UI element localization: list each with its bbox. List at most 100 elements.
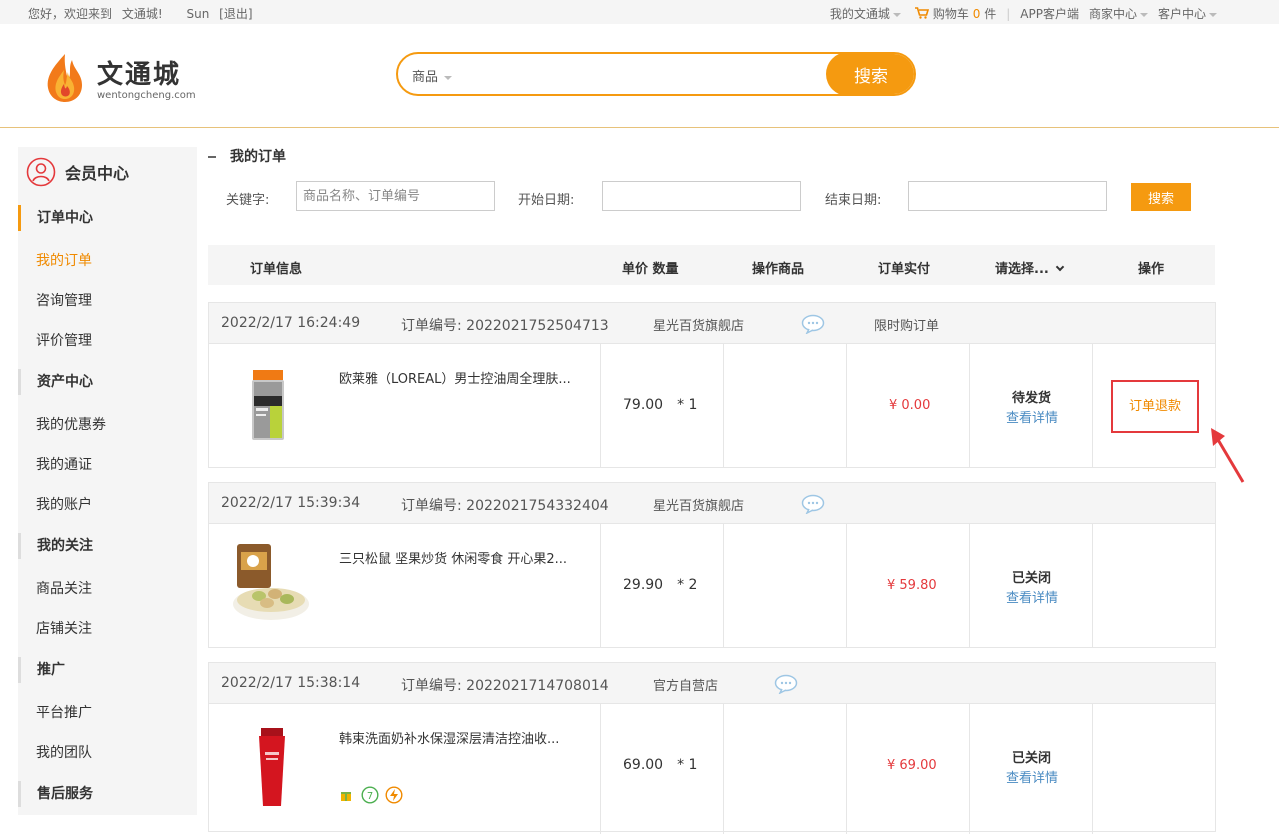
shop-name[interactable]: 星光百货旗舰店 [653,495,744,514]
product-name[interactable]: 欧莱雅（LOREAL）男士控油周全理肤... [339,368,571,387]
search-category-select[interactable]: 商品 [412,66,453,85]
sidebar-item-reviews[interactable]: 评价管理 [18,328,197,354]
sidebar-group-promotion[interactable]: 推广 [18,657,197,683]
column-divider [1092,524,1093,648]
end-date-input[interactable] [908,181,1107,211]
shop-name[interactable]: 官方自营店 [653,675,718,694]
filter-search-button[interactable]: 搜索 [1131,183,1191,211]
cart-unit: 件 [984,7,997,21]
divider: | [1006,6,1011,21]
col-paid: 订单实付 [878,262,931,277]
caret-down-icon [892,12,901,17]
gift-badge-icon [338,787,354,803]
sidebar-item-my-team[interactable]: 我的团队 [18,740,197,766]
sidebar-group-follow[interactable]: 我的关注 [18,533,197,559]
chat-bubble-icon[interactable] [801,494,825,514]
product-thumbnail[interactable] [223,542,313,632]
order-card: 2022/2/17 16:24:49 订单编号: 202202175250471… [208,302,1216,468]
merchant-menu[interactable]: 商家中心 [1089,5,1148,22]
user-circle-icon [26,157,56,187]
sidebar-group-order-center[interactable]: 订单中心 [18,205,197,231]
column-divider [600,344,601,468]
product-thumbnail[interactable] [223,362,313,452]
sidebar-group-after-sales[interactable]: 售后服务 [18,781,197,807]
column-divider [600,524,601,648]
caret-down-icon [444,75,453,80]
site-header: 文通城 wentongcheng.com 商品 搜索 [0,24,1279,128]
logout-link[interactable]: [退出] [219,7,252,21]
quantity: * 1 [677,397,698,413]
caret-down-icon [1139,12,1148,17]
product-name[interactable]: 三只松鼠 坚果炒货 休闲零食 开心果2... [339,548,567,567]
order-time: 2022/2/17 16:24:49 [221,315,361,331]
sidebar-group-assets[interactable]: 资产中心 [18,369,197,395]
paid-amount: ¥ 69.00 [887,758,937,773]
my-site-menu[interactable]: 我的文通城 [830,5,901,22]
search-button[interactable]: 搜索 [826,54,914,94]
sidebar-item-coupons[interactable]: 我的优惠券 [18,412,197,438]
status-filter-select[interactable]: 请选择... [995,258,1065,277]
merchant-label: 商家中心 [1088,7,1137,21]
unit-price: 29.90 * 2 [623,577,697,593]
order-time: 2022/2/17 15:39:34 [221,495,361,511]
col-order-info: 订单信息 [250,262,303,277]
quantity: * 1 [677,757,698,773]
search-bar: 商品 搜索 [396,52,916,96]
username[interactable]: Sun [186,7,209,21]
page-title-text: 我的订单 [230,149,286,165]
order-card-body: 欧莱雅（LOREAL）男士控油周全理肤... 79.00 * 1 ¥ 0.00 待… [209,344,1215,468]
keyword-input[interactable] [296,181,495,211]
view-details-link[interactable]: 查看详情 [1006,407,1058,426]
column-divider [723,344,724,468]
welcome-text: 您好，欢迎来到 [28,7,113,21]
sidebar-item-account[interactable]: 我的账户 [18,492,197,518]
app-link[interactable]: APP客户端 [1020,5,1079,22]
sidebar-item-platform-promo[interactable]: 平台推广 [18,700,197,726]
order-status: 已关闭 [1012,751,1052,766]
view-details-link[interactable]: 查看详情 [1006,767,1058,786]
welcome-bar: 您好，欢迎来到 文通城! Sun [退出] [28,5,259,22]
cart-count: 0 [972,7,981,21]
top-nav: 我的文通城 购物车 0 件 | APP客户端 商家中心 客户中心 [830,5,1217,22]
order-number: 订单编号: 2022021754332404 [401,498,609,514]
order-card-header: 2022/2/17 15:39:34 订单编号: 202202175433240… [209,483,1215,524]
sidebar-item-my-orders[interactable]: 我的订单 [18,248,197,274]
column-divider [846,344,847,468]
column-divider [1092,344,1093,468]
start-date-input[interactable] [602,181,801,211]
chat-bubble-icon[interactable] [774,674,798,694]
refund-button[interactable]: 订单退款 [1111,380,1199,433]
order-card: 2022/2/17 15:38:14 订单编号: 202202171470801… [208,662,1216,834]
view-details-link[interactable]: 查看详情 [1006,587,1058,606]
cart-label: 购物车 [932,7,969,21]
order-card-body: 三只松鼠 坚果炒货 休闲零食 开心果2... 29.90 * 2 ¥ 59.80 … [209,524,1215,648]
sidebar-item-product-follow[interactable]: 商品关注 [18,576,197,602]
title-dash [208,156,216,158]
search-input[interactable] [468,60,808,88]
cart-link[interactable]: 购物车 0 件 [914,5,997,22]
member-center-header: 会员中心 [26,157,129,187]
logo-domain: wentongcheng.com [97,90,196,101]
sidebar-item-consult[interactable]: 咨询管理 [18,288,197,314]
sidebar-item-tokens[interactable]: 我的通证 [18,452,197,478]
fast-delivery-icon [385,786,403,804]
product-badges: 7 [337,786,403,804]
col-price-qty: 单价 数量 [622,262,679,277]
order-status: 待发货 [1012,391,1052,406]
product-thumbnail[interactable] [223,722,313,812]
product-name[interactable]: 韩束洗面奶补水保湿深层清洁控油收... [339,728,559,747]
column-divider [969,524,970,648]
site-name-text: 文通城! [121,7,163,21]
col-op-goods: 操作商品 [752,262,805,277]
shop-name[interactable]: 星光百货旗舰店 [653,315,744,334]
customer-label: 客户中心 [1157,7,1206,21]
end-date-label: 结束日期: [825,193,882,208]
svg-text:7: 7 [367,791,373,802]
customer-menu[interactable]: 客户中心 [1158,5,1217,22]
page-title: 我的订单 [208,146,286,166]
chat-bubble-icon[interactable] [801,314,825,334]
logo-name: 文通城 [97,60,182,90]
member-center-title: 会员中心 [65,164,130,183]
sidebar-item-shop-follow[interactable]: 店铺关注 [18,616,197,642]
order-card-header: 2022/2/17 16:24:49 订单编号: 202202175250471… [209,303,1215,344]
